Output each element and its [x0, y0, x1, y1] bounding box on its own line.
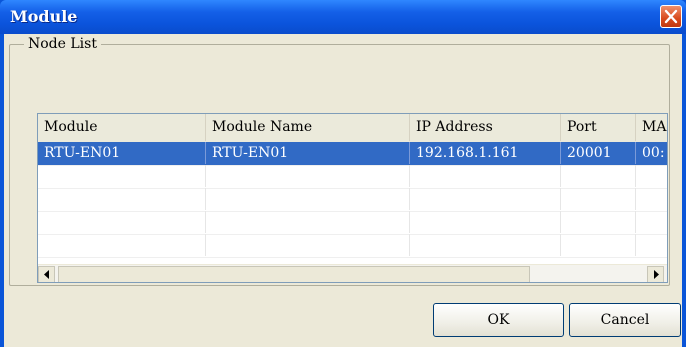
arrow-left-icon	[43, 270, 49, 279]
node-list-view[interactable]: Module Module Name IP Address Port MA RT…	[37, 113, 668, 283]
cell-mac: 00:	[636, 142, 667, 164]
column-header-module-name[interactable]: Module Name	[206, 114, 410, 141]
list-header: Module Module Name IP Address Port MA	[38, 114, 667, 143]
window-title: Module	[10, 7, 78, 26]
column-header-module[interactable]: Module	[38, 114, 206, 141]
node-list-label: Node List	[24, 36, 101, 52]
horizontal-scrollbar[interactable]	[38, 264, 667, 282]
scroll-right-button[interactable]	[647, 266, 664, 282]
title-bar[interactable]: Module	[0, 0, 686, 34]
cell-module: RTU-EN01	[38, 142, 206, 164]
cancel-button[interactable]: Cancel	[569, 303, 681, 337]
cell-ip-address: 192.168.1.161	[410, 142, 561, 164]
table-row-empty	[38, 165, 667, 189]
table-row[interactable]: RTU-EN01 RTU-EN01 192.168.1.161 20001 00…	[38, 142, 667, 166]
ok-button[interactable]: OK	[433, 303, 564, 337]
arrow-right-icon	[653, 270, 659, 279]
cell-module-name: RTU-EN01	[206, 142, 410, 164]
table-row-empty	[38, 211, 667, 235]
cell-port: 20001	[561, 142, 636, 164]
close-icon	[664, 9, 678, 24]
column-header-mac[interactable]: MA	[636, 114, 667, 141]
table-row-empty	[38, 188, 667, 212]
column-header-port[interactable]: Port	[561, 114, 636, 141]
table-row-empty	[38, 234, 667, 258]
scroll-left-button[interactable]	[38, 266, 55, 282]
scroll-thumb[interactable]	[58, 266, 530, 282]
column-header-ip-address[interactable]: IP Address	[410, 114, 561, 141]
close-button[interactable]	[660, 5, 682, 28]
